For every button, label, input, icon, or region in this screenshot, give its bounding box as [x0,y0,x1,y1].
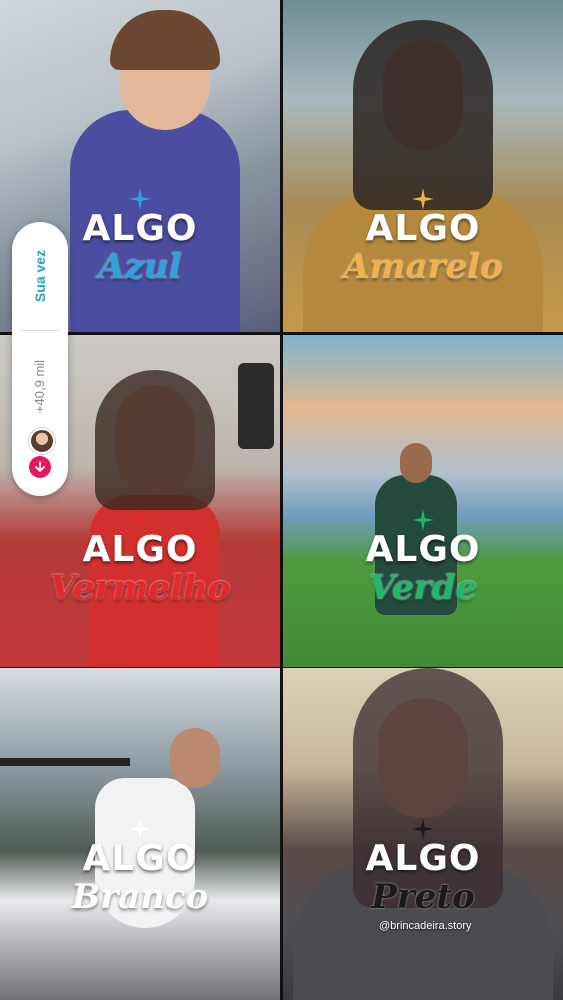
sua-vez-area[interactable]: Sua vez [12,222,68,330]
photo-amarelo [283,0,563,332]
face-shape [400,443,432,483]
hair-shape [95,370,215,510]
hair-shape [353,20,493,210]
participant-avatar [29,428,55,454]
tile-verde: ALGO Verde [283,335,563,667]
jacket-shape [70,110,240,332]
participants-count: +40,9 mil [32,359,48,413]
hair-shape [353,668,503,908]
jacket-shape [303,190,543,332]
add-yours-button[interactable] [29,456,51,478]
phone-shape [238,363,274,449]
dress-shape [95,778,195,928]
top-shape [90,495,220,667]
pill-divider [20,330,60,331]
arrow-down-icon [35,461,45,472]
face-shape [170,728,220,788]
tile-amarelo: ALGO Amarelo [283,0,563,332]
tile-preto: ALGO Preto @brincadeira.story [283,668,563,1000]
add-yours-sticker[interactable]: Sua vez +40,9 mil [12,222,68,496]
railing-shape [0,758,130,766]
tile-branco: ALGO Branco [0,668,280,1000]
story-grid: ALGO Azul ALGO Amarelo ALGO Vermelho ALG… [0,0,563,1000]
photo-preto [283,668,563,1000]
photo-branco [0,668,280,1000]
participants-count-area: +40,9 mil [12,340,68,432]
creator-handle: @brincadeira.story [379,920,472,932]
photo-verde [283,335,563,667]
hair-shape [110,10,220,70]
sua-vez-label: Sua vez [31,249,48,303]
hoodie-shape [375,475,457,615]
